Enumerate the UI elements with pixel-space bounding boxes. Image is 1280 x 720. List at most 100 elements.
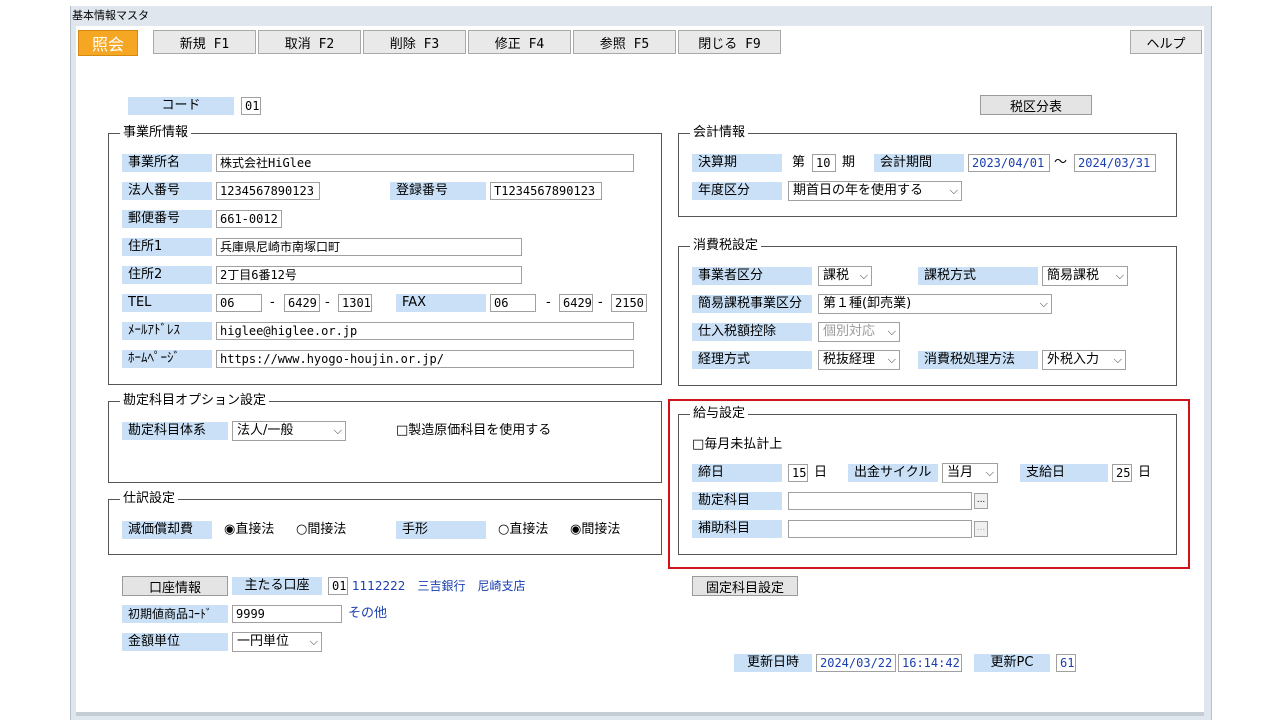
biz-type-select[interactable]: 課税 ⌵: [818, 266, 872, 286]
addr1-field[interactable]: 兵庫県尼崎市南塚口町: [216, 238, 522, 256]
corp-no-field[interactable]: 1234567890123: [216, 182, 320, 200]
mail-label: ﾒｰﾙｱﾄﾞﾚｽ: [122, 322, 212, 340]
payroll-sub-account-browse-button[interactable]: ...: [974, 521, 988, 537]
fixed-account-button[interactable]: 固定科目設定: [692, 576, 798, 596]
bill-label: 手形: [396, 521, 486, 539]
code-field[interactable]: 01: [241, 97, 261, 115]
year-type-value: 期首日の年を使用する: [793, 183, 924, 198]
updated-pc: 61: [1056, 654, 1076, 672]
office-name-label: 事業所名: [122, 154, 212, 172]
tax-group-title: 消費税設定: [690, 238, 762, 254]
cancel-button[interactable]: 取消 F2: [258, 30, 361, 54]
payroll-sub-account-field[interactable]: [788, 520, 972, 538]
close-button[interactable]: 閉じる F9: [678, 30, 781, 54]
main-account-detail: 1112222 三吉銀行 尼崎支店: [352, 579, 526, 593]
new-button[interactable]: 新規 F1: [153, 30, 256, 54]
reg-no-field[interactable]: T1234567890123: [490, 182, 602, 200]
office-name-field[interactable]: 株式会社HiGlee: [216, 154, 634, 172]
main-account-code[interactable]: 01: [328, 577, 348, 595]
tel-field-3[interactable]: 1301: [338, 294, 372, 312]
tax-method-value: 簡易課税: [1047, 268, 1100, 283]
monthly-unpaid-checkbox[interactable]: □毎月未払計上: [692, 436, 782, 454]
simple-biz-value: 第１種(卸売業): [823, 296, 912, 311]
tel-dash-2: -: [325, 295, 330, 310]
chevron-down-icon: ⌵: [309, 635, 318, 648]
status-strip: [76, 712, 1204, 716]
amount-unit-select[interactable]: 一円単位 ⌵: [232, 632, 322, 652]
period-label: 会計期間: [874, 154, 964, 172]
tax-method-label: 課税方式: [918, 267, 1038, 285]
tax-method-select[interactable]: 簡易課税 ⌵: [1042, 266, 1128, 286]
account-system-select[interactable]: 法人/一般 ⌵: [232, 421, 346, 441]
deduction-select[interactable]: 個別対応 ⌵: [818, 322, 900, 342]
fax-field-3[interactable]: 2150: [611, 294, 647, 312]
fax-field-1[interactable]: 06: [490, 294, 536, 312]
year-type-select[interactable]: 期首日の年を使用する ⌵: [788, 181, 962, 201]
pay-day-field[interactable]: 25: [1112, 464, 1132, 482]
fax-dash-2: -: [598, 295, 603, 310]
bank-info-button[interactable]: 口座情報: [122, 576, 228, 596]
tax-table-button[interactable]: 税区分表: [980, 95, 1092, 115]
account-system-label: 勘定科目体系: [122, 422, 228, 440]
updated-pc-label: 更新PC: [974, 654, 1050, 672]
mail-field[interactable]: higlee@higlee.or.jp: [216, 322, 634, 340]
chevron-down-icon: ⌵: [1113, 353, 1122, 366]
closing-day-label: 締日: [692, 464, 782, 482]
help-button[interactable]: ヘルプ: [1130, 30, 1202, 54]
updated-date: 2024/03/22: [816, 654, 896, 672]
payroll-account-field[interactable]: [788, 492, 972, 510]
period-from-field[interactable]: 2023/04/01: [968, 154, 1050, 172]
updated-at-label: 更新日時: [734, 654, 812, 672]
payout-cycle-value: 当月: [947, 465, 974, 480]
addr2-label: 住所2: [122, 266, 212, 284]
reg-no-label: 登録番号: [390, 182, 486, 200]
accounting-group: [678, 133, 1177, 217]
delete-button[interactable]: 削除 F3: [363, 30, 466, 54]
account-system-value: 法人/一般: [237, 423, 294, 438]
deduction-label: 仕入税額控除: [692, 323, 812, 341]
acct-method-value: 税抜経理: [823, 352, 876, 367]
closing-day-field[interactable]: 15: [788, 464, 808, 482]
period-to-field[interactable]: 2024/03/31: [1074, 154, 1156, 172]
year-type-label: 年度区分: [692, 182, 782, 200]
acct-method-select[interactable]: 税抜経理 ⌵: [818, 350, 900, 370]
journal-group-title: 仕訳設定: [120, 491, 179, 507]
payroll-account-browse-button[interactable]: ...: [974, 493, 988, 509]
tel-field-1[interactable]: 06: [216, 294, 262, 312]
deduction-value: 個別対応: [823, 324, 876, 339]
addr2-field[interactable]: 2丁目6番12号: [216, 266, 522, 284]
biz-type-label: 事業者区分: [692, 267, 812, 285]
fax-label: FAX: [396, 294, 486, 312]
window-title: 基本情報マスタ: [72, 9, 149, 22]
term-label: 決算期: [692, 154, 782, 172]
tax-proc-select[interactable]: 外税入力 ⌵: [1042, 350, 1126, 370]
term-prefix: 第: [792, 155, 806, 170]
payout-cycle-select[interactable]: 当月 ⌵: [942, 463, 998, 483]
web-field[interactable]: https://www.hyogo-houjin.or.jp/: [216, 350, 634, 368]
chevron-down-icon: ⌵: [1115, 269, 1124, 282]
bill-direct-radio[interactable]: ○直接法: [498, 521, 548, 539]
chevron-down-icon: ⌵: [887, 325, 896, 338]
tax-proc-value: 外税入力: [1047, 352, 1100, 367]
amount-unit-value: 一円単位: [237, 634, 290, 649]
mfg-cost-checkbox[interactable]: □製造原価科目を使用する: [396, 422, 551, 440]
fax-field-2[interactable]: 6429: [559, 294, 593, 312]
edit-button[interactable]: 修正 F4: [468, 30, 571, 54]
tel-field-2[interactable]: 6429: [284, 294, 320, 312]
init-goods-label: 初期値商品ｺｰﾄﾞ: [122, 605, 228, 623]
bill-indirect-radio[interactable]: ◉間接法: [570, 521, 620, 539]
payroll-account-label: 勘定科目: [692, 492, 782, 510]
chevron-down-icon: ⌵: [949, 184, 958, 197]
payroll-sub-account-label: 補助科目: [692, 520, 782, 538]
init-goods-field[interactable]: 9999: [232, 605, 342, 623]
options-group-title: 勘定科目オプション設定: [120, 393, 270, 409]
init-goods-name: その他: [348, 606, 388, 621]
depreciation-direct-radio[interactable]: ◉直接法: [224, 521, 274, 539]
zip-field[interactable]: 661-0012: [216, 210, 282, 228]
term-field[interactable]: 10: [812, 154, 836, 172]
depreciation-indirect-radio[interactable]: ○間接法: [296, 521, 346, 539]
acct-method-label: 経理方式: [692, 351, 812, 369]
refer-button[interactable]: 参照 F5: [573, 30, 676, 54]
simple-biz-select[interactable]: 第１種(卸売業) ⌵: [818, 294, 1052, 314]
chevron-down-icon: ⌵: [333, 424, 342, 437]
